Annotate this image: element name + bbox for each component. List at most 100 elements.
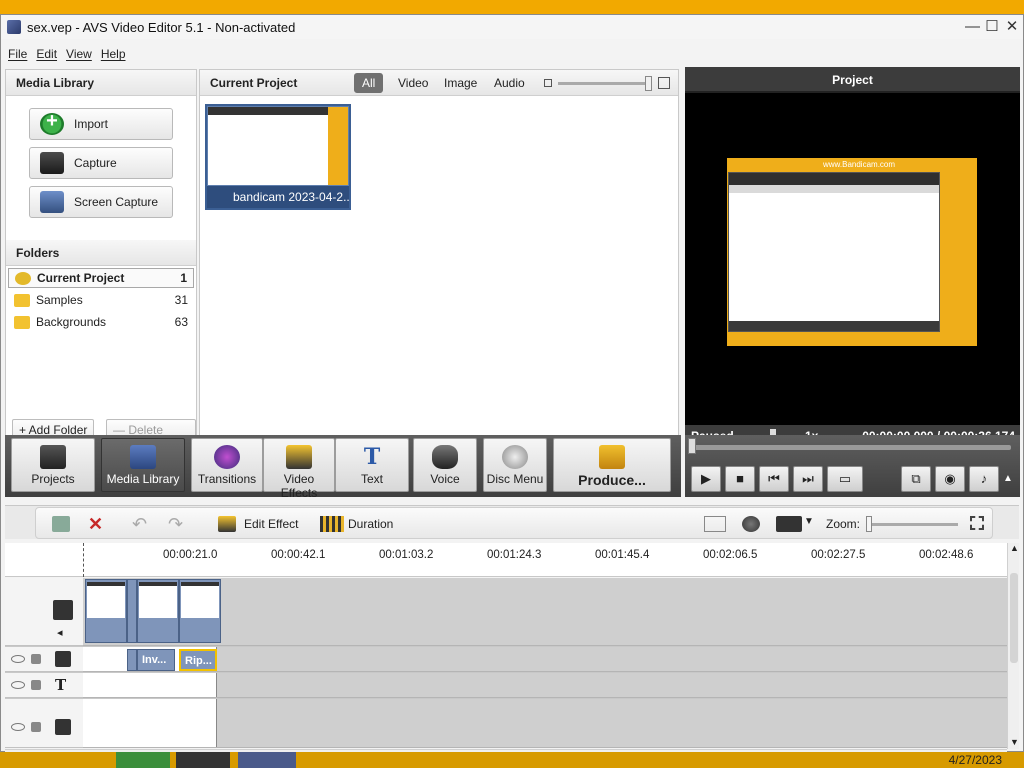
voice-button[interactable]: Voice — [413, 438, 477, 492]
timeline-ruler[interactable]: 00:00:21.0 00:00:42.1 00:01:03.2 00:01:2… — [5, 543, 1007, 577]
video-clip[interactable] — [85, 579, 127, 643]
lock-icon[interactable] — [31, 722, 41, 732]
effect-clip[interactable]: Inv... — [137, 649, 175, 671]
ruler-tick: 00:02:27.5 — [811, 549, 866, 561]
produce-icon — [599, 445, 625, 469]
volume-icon[interactable]: ♪ — [969, 466, 999, 492]
taskbar-avs-icon[interactable] — [238, 752, 296, 768]
media-library-icon — [130, 445, 156, 469]
minimize-button[interactable]: — — [965, 17, 980, 37]
audio-mute-icon[interactable]: ◂ — [57, 626, 63, 639]
camera-icon[interactable]: ◉ — [935, 466, 965, 492]
text-track[interactable] — [83, 673, 1007, 698]
fullscreen-preview-button[interactable]: ▭ — [827, 466, 863, 492]
produce-button[interactable]: Produce... — [553, 438, 671, 492]
storyboard-toggle-icon[interactable] — [52, 516, 70, 532]
eye-icon[interactable] — [11, 723, 25, 731]
scroll-down-icon[interactable]: ▼ — [1010, 737, 1019, 747]
filter-audio[interactable]: Audio — [486, 73, 533, 93]
media-item-thumbnail[interactable]: bandicam 2023-04-2... — [205, 104, 351, 210]
current-project-heading: Current Project — [210, 76, 298, 90]
play-button[interactable]: ▶ — [691, 466, 721, 492]
snapshot-mode-button[interactable]: ⧉ — [901, 466, 931, 492]
ruler-tick: 00:01:24.3 — [487, 549, 542, 561]
folder-current-project[interactable]: Current Project 1 — [8, 268, 194, 288]
menu-edit[interactable]: Edit — [36, 47, 57, 61]
scroll-up-icon[interactable]: ▲ — [1010, 543, 1019, 553]
eye-icon[interactable] — [11, 655, 25, 663]
edit-effect-icon[interactable] — [218, 516, 236, 532]
lock-icon[interactable] — [31, 680, 41, 690]
effect-clip[interactable]: Rip... — [179, 649, 217, 671]
close-button[interactable]: ✕ — [1005, 17, 1019, 37]
player-scroll-up-icon[interactable]: ▲ — [1003, 473, 1013, 484]
large-thumbnails-icon[interactable] — [658, 77, 670, 89]
thumbnail-size-slider[interactable] — [558, 82, 650, 85]
effect-marker[interactable] — [127, 649, 137, 671]
filter-image[interactable]: Image — [436, 73, 485, 93]
watermark-text: www.Bandicam.com — [823, 160, 896, 169]
thumbnail-size-slider-handle[interactable] — [645, 76, 652, 91]
text-icon: T — [363, 444, 381, 470]
record-voice-icon[interactable] — [742, 516, 760, 532]
small-thumbnails-icon[interactable] — [544, 79, 552, 87]
transition-clip[interactable] — [127, 579, 137, 643]
effects-track[interactable]: Inv... Rip... — [83, 647, 1007, 672]
menu-file[interactable]: File — [8, 47, 27, 61]
disc-menu-button[interactable]: Disc Menu — [483, 438, 547, 492]
screen-capture-button[interactable]: Screen Capture — [29, 186, 173, 218]
redo-icon[interactable]: ↷ — [168, 515, 186, 533]
eye-icon[interactable] — [11, 681, 25, 689]
lock-icon[interactable] — [31, 654, 41, 664]
split-icon[interactable] — [704, 516, 726, 532]
ruler-tick: 00:00:42.1 — [271, 549, 326, 561]
video-clip[interactable] — [179, 579, 221, 643]
taskbar-app-icon[interactable] — [176, 752, 230, 768]
folder-name: Backgrounds — [36, 315, 107, 329]
menu-help[interactable]: Help — [101, 47, 126, 61]
delete-icon[interactable]: ✕ — [88, 515, 106, 533]
taskbar: 4/27/2023 — [0, 752, 1024, 768]
timeline-zoom-handle[interactable] — [866, 516, 872, 532]
projects-button[interactable]: Projects — [11, 438, 95, 492]
display-mode-icon[interactable] — [776, 516, 802, 532]
stop-button[interactable]: ■ — [725, 466, 755, 492]
next-frame-button[interactable]: ⏭ — [793, 466, 823, 492]
media-library-button[interactable]: Media Library — [101, 438, 185, 492]
taskbar-date: 4/27/2023 — [948, 753, 1002, 767]
folder-name: Samples — [36, 293, 83, 307]
folders-heading: Folders — [6, 240, 196, 266]
folder-backgrounds[interactable]: Backgrounds 63 — [8, 312, 194, 332]
undo-icon[interactable]: ↶ — [132, 515, 150, 533]
video-clip[interactable] — [137, 579, 179, 643]
video-effects-button[interactable]: Video Effects — [263, 438, 335, 500]
chevron-down-icon[interactable]: ▼ — [804, 516, 814, 527]
menu-view[interactable]: View — [66, 47, 92, 61]
capture-button[interactable]: Capture — [29, 147, 173, 179]
overlay-track[interactable] — [83, 699, 1007, 748]
taskbar-chrome-icon[interactable] — [116, 752, 170, 768]
transitions-button[interactable]: Transitions — [191, 438, 263, 492]
previous-frame-button[interactable]: ⏮ — [759, 466, 789, 492]
edit-effect-button[interactable]: Edit Effect — [244, 508, 298, 540]
video-track[interactable] — [83, 578, 1007, 646]
duration-button[interactable]: Duration — [348, 508, 393, 540]
import-button[interactable]: Import — [29, 108, 173, 140]
maximize-button[interactable]: ☐ — [985, 17, 999, 37]
vertical-scroll-thumb[interactable] — [1010, 573, 1018, 663]
text-button[interactable]: T Text — [335, 438, 409, 492]
filter-video[interactable]: Video — [390, 73, 436, 93]
timeline-zoom-slider[interactable] — [868, 523, 958, 526]
filter-all[interactable]: All — [354, 73, 384, 93]
duration-icon[interactable] — [320, 516, 344, 532]
seek-bar[interactable] — [689, 445, 1011, 450]
video-effects-label: Video Effects — [280, 472, 318, 500]
preview-heading: Project — [685, 67, 1020, 93]
fit-to-window-icon[interactable] — [970, 516, 984, 530]
timeline-vertical-scrollbar[interactable]: ▲ ▼ — [1007, 543, 1019, 749]
timeline-tracks: ◂ Inv... Rip... T — [5, 578, 1007, 748]
folder-samples[interactable]: Samples 31 — [8, 290, 194, 310]
capture-label: Capture — [74, 156, 117, 170]
playback-controls: ▶ ■ ⏮ ⏭ ▭ ⧉ ◉ ♪ ▲ — [685, 435, 1020, 497]
seek-handle[interactable] — [688, 438, 696, 454]
